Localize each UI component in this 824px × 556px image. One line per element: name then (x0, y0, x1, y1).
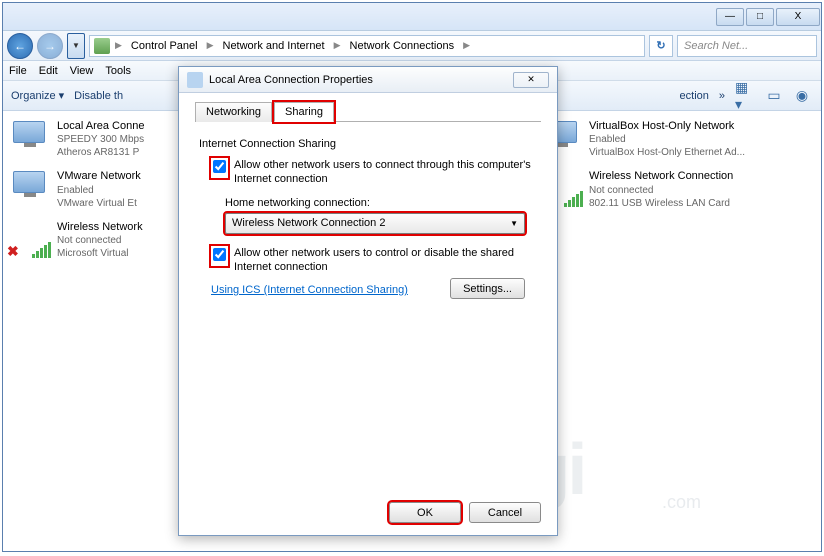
connection-device: VMware Virtual Et (57, 197, 141, 210)
settings-button[interactable]: Settings... (450, 278, 525, 299)
connection-item[interactable]: VirtualBox Host-Only Network Enabled Vir… (543, 119, 803, 159)
allow-control-checkbox[interactable] (213, 248, 226, 261)
connection-device: 802.11 USB Wireless LAN Card (589, 197, 733, 210)
close-button[interactable]: X (776, 8, 820, 26)
ok-button[interactable]: OK (389, 502, 461, 523)
connection-item[interactable]: Wireless Network Connection Not connecte… (543, 169, 803, 209)
menu-tools[interactable]: Tools (105, 65, 131, 77)
connection-button[interactable]: ection (680, 90, 709, 102)
connection-title: VMware Network (57, 169, 141, 183)
highlight-box (211, 246, 228, 266)
connection-device: Atheros AR8131 P (57, 146, 144, 159)
wifi-disconnected-icon: ✖ (11, 220, 51, 260)
search-input[interactable]: Search Net... (677, 35, 817, 57)
history-dropdown[interactable]: ▼ (67, 33, 85, 59)
titlebar: — □ X (3, 3, 821, 31)
watermark-sub: .com (662, 492, 701, 513)
lan-icon (11, 119, 51, 159)
dropdown-value: Wireless Network Connection 2 (232, 217, 385, 229)
breadcrumb[interactable]: ▶ Control Panel ▶ Network and Internet ▶… (89, 35, 645, 57)
connection-title: Wireless Network (57, 220, 143, 234)
group-title: Internet Connection Sharing (199, 138, 541, 150)
chevron-right-icon: ▶ (331, 40, 344, 51)
maximize-button[interactable]: □ (746, 8, 774, 26)
breadcrumb-item[interactable]: Network Connections (346, 38, 459, 54)
allow-connect-label: Allow other network users to connect thr… (234, 158, 541, 187)
connection-status: Enabled (57, 184, 141, 197)
highlight-box (211, 158, 228, 178)
menu-view[interactable]: View (70, 65, 94, 77)
back-button[interactable]: ← (7, 33, 33, 59)
refresh-button[interactable]: ↻ (649, 35, 673, 57)
connection-status: Not connected (57, 234, 143, 247)
home-network-dropdown[interactable]: Wireless Network Connection 2 ▼ (225, 213, 525, 234)
ics-group: Internet Connection Sharing Allow other … (195, 138, 541, 299)
tab-networking[interactable]: Networking (195, 102, 272, 122)
cancel-button[interactable]: Cancel (469, 502, 541, 523)
menu-edit[interactable]: Edit (39, 65, 58, 77)
help-icon[interactable]: ◉ (791, 86, 813, 106)
connection-title: Wireless Network Connection (589, 169, 733, 183)
x-icon: ✖ (7, 243, 19, 260)
breadcrumb-item[interactable]: Network and Internet (219, 38, 329, 54)
allow-control-label: Allow other network users to control or … (234, 246, 541, 275)
addressbar: ← → ▼ ▶ Control Panel ▶ Network and Inte… (3, 31, 821, 61)
allow-connect-checkbox[interactable] (213, 160, 226, 173)
dialog-close-button[interactable]: ✕ (513, 72, 549, 88)
chevron-right-icon: ▶ (112, 40, 125, 51)
view-options-icon[interactable]: ▦ ▾ (735, 86, 757, 106)
disable-button[interactable]: Disable th (74, 90, 123, 102)
connection-status: Enabled (589, 133, 745, 146)
tab-strip: Networking Sharing (195, 101, 541, 122)
connection-title: VirtualBox Host-Only Network (589, 119, 745, 133)
properties-dialog: Local Area Connection Properties ✕ Netwo… (178, 66, 558, 536)
home-network-label: Home networking connection: (225, 197, 541, 209)
dialog-titlebar: Local Area Connection Properties ✕ (179, 67, 557, 93)
forward-button[interactable]: → (37, 33, 63, 59)
organize-button[interactable]: Organize ▾ (11, 89, 64, 102)
tab-sharing[interactable]: Sharing (274, 102, 334, 122)
connection-device: VirtualBox Host-Only Ethernet Ad... (589, 146, 745, 159)
lan-icon (11, 169, 51, 209)
chevron-right-icon: ▶ (204, 40, 217, 51)
connection-status: SPEEDY 300 Mbps (57, 133, 144, 146)
minimize-button[interactable]: — (716, 8, 744, 26)
chevron-down-icon: ▼ (510, 219, 518, 228)
network-icon (94, 38, 110, 54)
connection-title: Local Area Conne (57, 119, 144, 133)
network-icon (187, 72, 203, 88)
menu-file[interactable]: File (9, 65, 27, 77)
ics-help-link[interactable]: Using ICS (Internet Connection Sharing) (211, 284, 408, 296)
dialog-title: Local Area Connection Properties (209, 74, 373, 86)
chevrons-icon[interactable]: » (719, 90, 725, 102)
connection-device: Microsoft Virtual (57, 247, 143, 260)
connection-status: Not connected (589, 184, 733, 197)
chevron-right-icon: ▶ (460, 40, 473, 51)
dialog-footer: OK Cancel (389, 502, 541, 523)
preview-pane-icon[interactable]: ▭ (763, 86, 785, 106)
breadcrumb-item[interactable]: Control Panel (127, 38, 202, 54)
